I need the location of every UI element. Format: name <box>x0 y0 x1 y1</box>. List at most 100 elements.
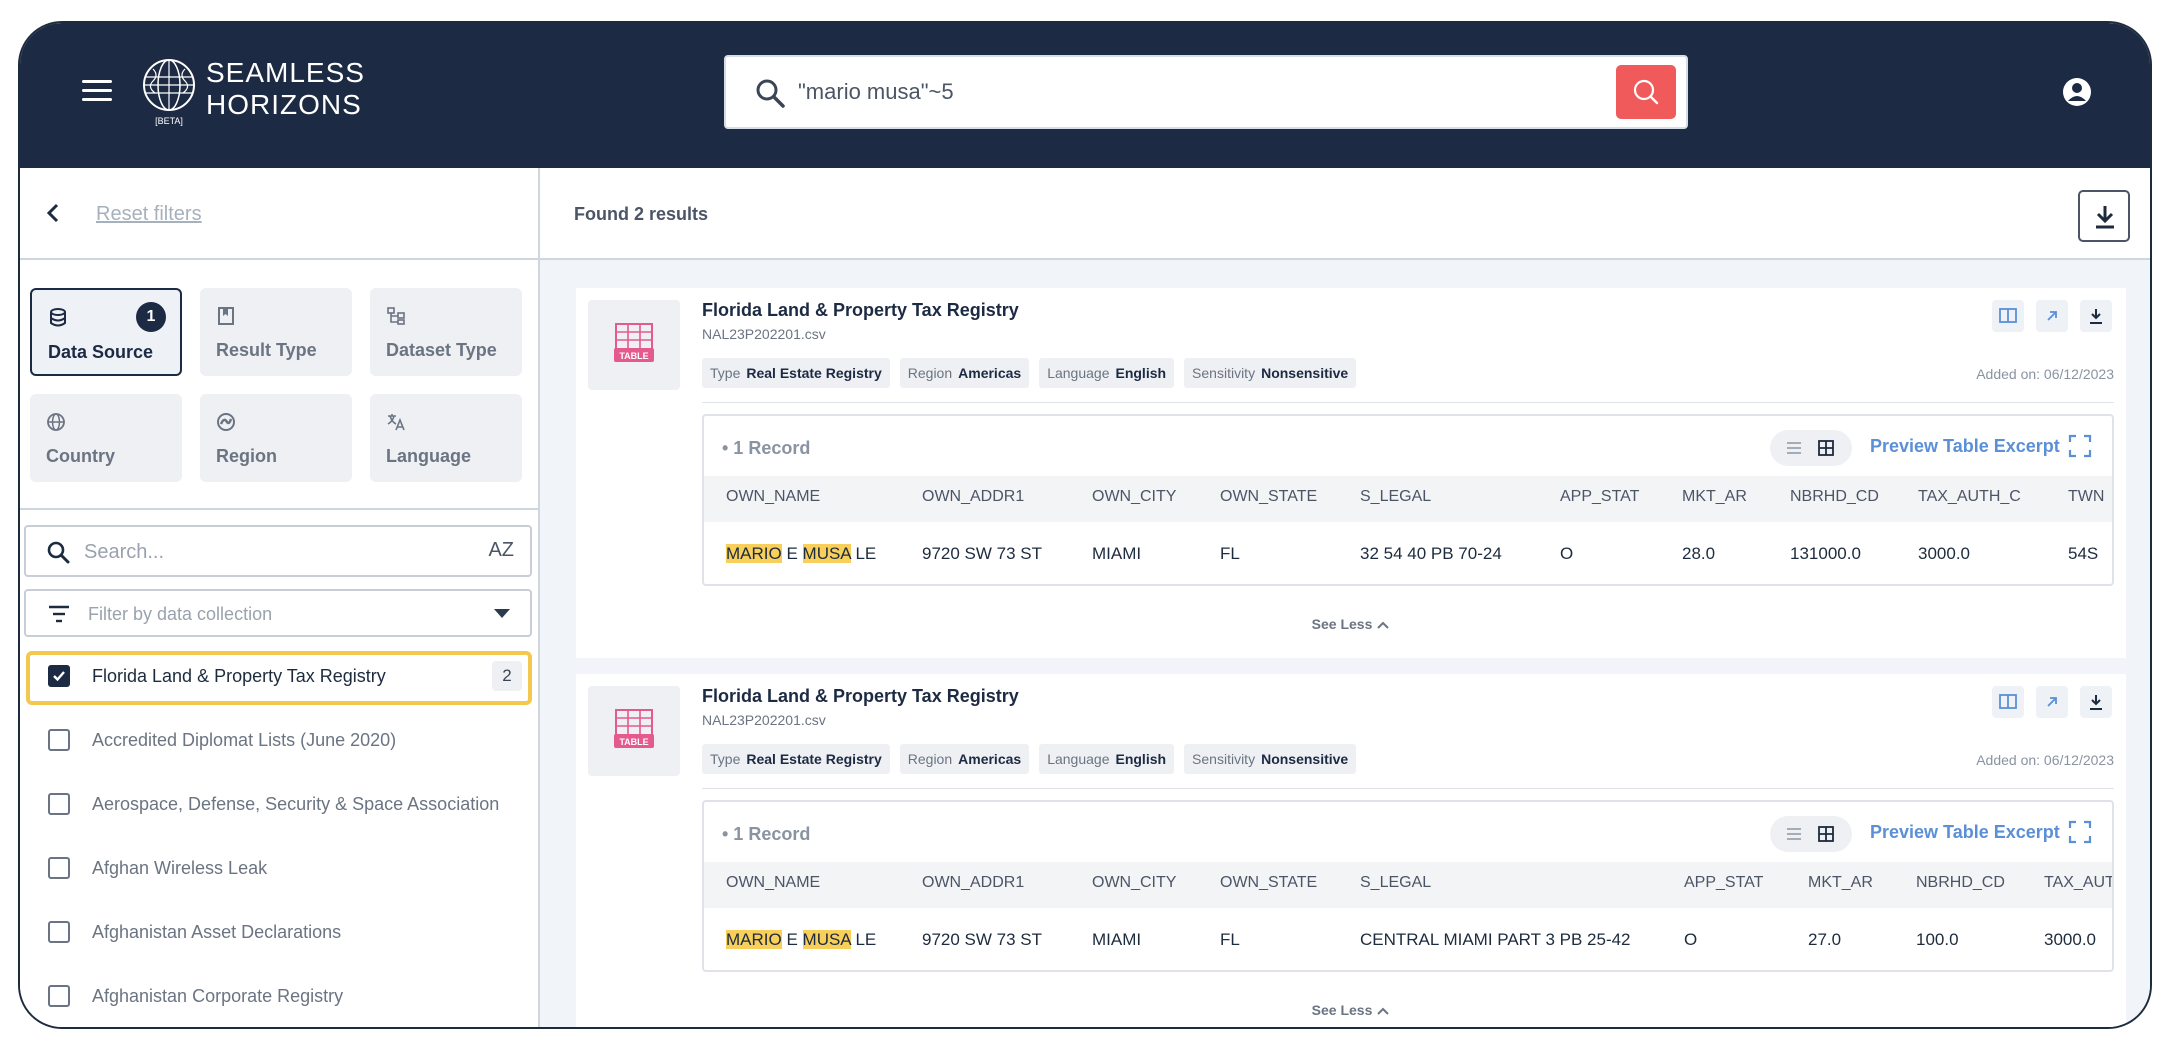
open-book-button[interactable] <box>1992 300 2024 332</box>
filter-icon <box>49 605 69 623</box>
cell-own-addr1: 9720 SW 73 ST <box>922 544 1043 563</box>
sidebar-header: Reset filters <box>20 168 538 260</box>
download-all-button[interactable] <box>2078 190 2130 242</box>
open-book-button[interactable] <box>1992 686 2024 718</box>
expand-icon[interactable] <box>2068 434 2092 458</box>
preview-table-excerpt-link[interactable]: Preview Table Excerpt <box>1870 436 2060 457</box>
collection-count: 2 <box>492 661 522 691</box>
see-less-toggle[interactable]: See Less <box>576 616 2126 632</box>
table-icon: TABLE <box>614 709 654 748</box>
download-icon <box>2090 309 2102 324</box>
collection-search-input[interactable]: Search... AZ <box>24 525 532 577</box>
tile-label: Language <box>386 446 472 466</box>
tile-dataset-type[interactable]: Dataset Type <box>370 288 522 376</box>
menu-icon[interactable] <box>82 80 112 102</box>
preview-table-excerpt-link[interactable]: Preview Table Excerpt <box>1870 822 2060 843</box>
list-item[interactable]: Florida Land & Property Tax Registry 2 <box>26 651 532 705</box>
tile-data-source[interactable]: 1 Data Source <box>30 288 182 376</box>
open-external-button[interactable] <box>2036 686 2068 718</box>
checkbox[interactable] <box>48 921 70 943</box>
result-title[interactable]: Florida Land & Property Tax Registry <box>702 300 1019 321</box>
tag-region: Region Americas <box>899 358 1030 388</box>
card-divider <box>702 788 2114 789</box>
card-divider <box>702 402 2114 403</box>
cell-own-addr1: 9720 SW 73 ST <box>922 930 1043 949</box>
tile-result-type[interactable]: Result Type <box>200 288 352 376</box>
table-view-icon[interactable] <box>1816 824 1836 844</box>
list-view-icon[interactable] <box>1784 824 1804 844</box>
table-row: MARIO E MUSA LE 9720 SW 73 ST MIAMI FL C… <box>704 908 2112 970</box>
result-filename: NAL23P202201.csv <box>702 326 826 342</box>
checkbox[interactable] <box>48 729 70 751</box>
list-item[interactable]: Accredited Diplomat Lists (June 2020) <box>26 715 532 769</box>
added-date: Added on: 06/12/2023 <box>1976 366 2114 382</box>
global-search[interactable]: "mario musa"~5 <box>724 55 1688 129</box>
brand-line-1: SEAMLESS <box>206 57 365 88</box>
book-open-icon <box>1999 308 2017 323</box>
download-result-button[interactable] <box>2080 686 2112 718</box>
brain-globe-logo-icon: [BETA] <box>143 59 195 126</box>
records-table: • 1 Record Preview Table Excerpt OWN_NAM… <box>702 800 2114 972</box>
cell-own-state: FL <box>1220 544 1240 563</box>
column-header: TAX_AUTH_C <box>1918 488 2021 505</box>
download-result-button[interactable] <box>2080 300 2112 332</box>
table-view-icon[interactable] <box>1816 438 1836 458</box>
collection-label: Afghanistan Asset Declarations <box>92 922 342 942</box>
records-table: • 1 Record Preview Table Excerpt OWN_NAM… <box>702 414 2114 586</box>
highlight-match: MUSA <box>802 930 851 949</box>
reset-filters-link[interactable]: Reset filters <box>96 203 202 226</box>
checkbox[interactable] <box>48 985 70 1007</box>
search-button[interactable] <box>1616 65 1676 119</box>
brand-name: SEAMLESS HORIZONS <box>206 57 365 121</box>
tile-label: Dataset Type <box>386 340 497 360</box>
sort-az-button[interactable]: AZ <box>488 539 514 562</box>
tile-label: Region <box>216 446 277 466</box>
column-header: MKT_AR <box>1808 874 1873 891</box>
open-external-button[interactable] <box>2036 300 2068 332</box>
cell-own-city: MIAMI <box>1092 930 1142 949</box>
data-source-count-badge: 1 <box>136 302 166 332</box>
table-header: OWN_NAME OWN_ADDR1 OWN_CITY OWN_STATE S_… <box>704 862 2112 908</box>
check-icon <box>53 671 65 682</box>
globe-icon <box>47 413 65 431</box>
list-item[interactable]: Aerospace, Defense, Security & Space Ass… <box>26 779 532 833</box>
view-toggle <box>1770 816 1852 852</box>
tile-region[interactable]: Region <box>200 394 352 482</box>
tile-country[interactable]: Country <box>30 394 182 482</box>
search-icon <box>756 79 785 108</box>
cell-tax-auth: 3000.0 <box>1918 544 1970 563</box>
view-toggle <box>1770 430 1852 466</box>
account-icon[interactable] <box>2062 77 2092 107</box>
cell-mkt-ar: 28.0 <box>1682 544 1716 563</box>
table-row: MARIO E MUSA LE 9720 SW 73 ST MIAMI FL 3… <box>704 522 2112 584</box>
expand-icon[interactable] <box>2068 820 2092 844</box>
list-item[interactable]: Afghanistan Asset Declarations <box>26 907 532 961</box>
top-header: [BETA] SEAMLESS HORIZONS "mario musa"~5 <box>20 23 2150 168</box>
cell-own-state: FL <box>1220 930 1240 949</box>
results-header: Found 2 results <box>540 168 2150 260</box>
checkbox[interactable] <box>48 793 70 815</box>
result-title[interactable]: Florida Land & Property Tax Registry <box>702 686 1019 707</box>
see-less-toggle[interactable]: See Less <box>576 1002 2126 1018</box>
results-panel: Found 2 results TABLE Florida Land & Pro… <box>540 168 2150 1027</box>
checkbox-checked[interactable] <box>48 665 70 687</box>
checkbox[interactable] <box>48 857 70 879</box>
list-item[interactable]: Afghan Wireless Leak <box>26 843 532 897</box>
cell-own-city: MIAMI <box>1092 544 1142 563</box>
tile-language[interactable]: Language <box>370 394 522 482</box>
result-card: TABLE Florida Land & Property Tax Regist… <box>576 674 2126 1027</box>
column-header: TAX_AUT <box>2044 874 2114 891</box>
bookmark-icon <box>218 307 234 325</box>
tile-label: Country <box>46 446 115 466</box>
collection-list: Florida Land & Property Tax Registry 2 A… <box>26 651 532 1027</box>
search-input[interactable]: "mario musa"~5 <box>798 79 954 105</box>
data-collection-filter-select[interactable]: Filter by data collection <box>24 589 532 637</box>
chevron-left-icon[interactable] <box>38 198 68 228</box>
list-item[interactable]: Afghanistan Corporate Registry <box>26 971 532 1025</box>
region-icon <box>217 413 235 431</box>
column-header: S_LEGAL <box>1360 488 1432 505</box>
column-header: OWN_CITY <box>1092 488 1177 505</box>
search-placeholder: Search... <box>84 541 165 563</box>
list-view-icon[interactable] <box>1784 438 1804 458</box>
svg-text:TABLE: TABLE <box>619 351 648 361</box>
